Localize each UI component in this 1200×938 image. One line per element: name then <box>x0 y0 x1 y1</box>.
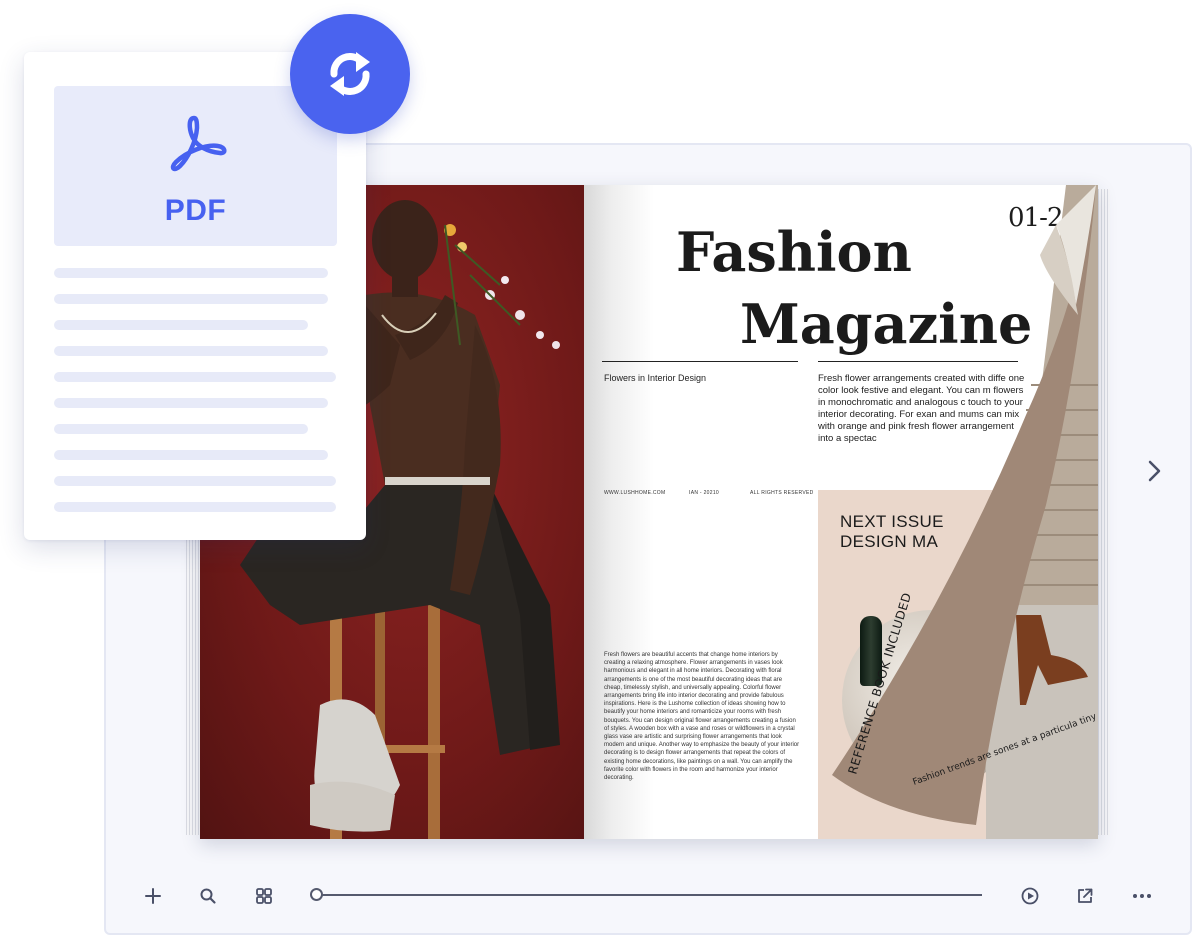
autoplay-button[interactable] <box>1014 880 1046 912</box>
page-curl[interactable]: REFERENCE BOOK INCLUDED Fashion trends a… <box>826 185 1098 839</box>
grid-icon <box>256 888 272 904</box>
placeholder-line <box>54 502 336 512</box>
external-link-icon <box>1078 888 1093 903</box>
placeholder-line <box>54 268 328 278</box>
placeholder-line <box>54 476 336 486</box>
plus-icon <box>145 888 161 904</box>
more-dots-icon <box>1133 894 1151 898</box>
sync-arrows-icon <box>330 52 370 96</box>
divider-left <box>602 361 798 362</box>
pdf-label: PDF <box>164 194 227 227</box>
search-icon <box>200 888 216 904</box>
placeholder-line <box>54 424 308 434</box>
play-circle-icon <box>1021 887 1039 905</box>
article-body: Fresh flowers are beautiful accents that… <box>604 652 800 782</box>
pdf-thumbnail: PDF <box>54 86 337 246</box>
placeholder-line <box>54 294 328 304</box>
share-button[interactable] <box>1069 880 1101 912</box>
zoom-in-button[interactable] <box>137 880 169 912</box>
page-progress-thumb[interactable] <box>310 888 323 901</box>
placeholder-line <box>54 398 328 408</box>
placeholder-line <box>54 450 328 460</box>
placeholder-line <box>54 320 308 330</box>
footer-website: WWW.LUSHHOME.COM <box>604 490 666 496</box>
placeholder-line <box>54 372 336 382</box>
pdf-document-card: PDF <box>24 52 366 540</box>
thumbnails-button[interactable] <box>248 880 280 912</box>
search-button[interactable] <box>192 880 224 912</box>
footer-rights: ALL RIGHTS RESERVED <box>750 490 814 496</box>
convert-badge <box>290 14 410 134</box>
acrobat-pdf-icon <box>170 115 227 172</box>
article-subheading: Flowers in Interior Design <box>604 373 707 383</box>
chevron-right-icon[interactable] <box>1140 456 1170 486</box>
page-progress-track[interactable] <box>316 894 982 896</box>
more-options-button[interactable] <box>1126 880 1158 912</box>
book-page-edges-right <box>1096 189 1110 835</box>
placeholder-line <box>54 346 328 356</box>
footer-date: IAN - 20210 <box>689 490 719 496</box>
